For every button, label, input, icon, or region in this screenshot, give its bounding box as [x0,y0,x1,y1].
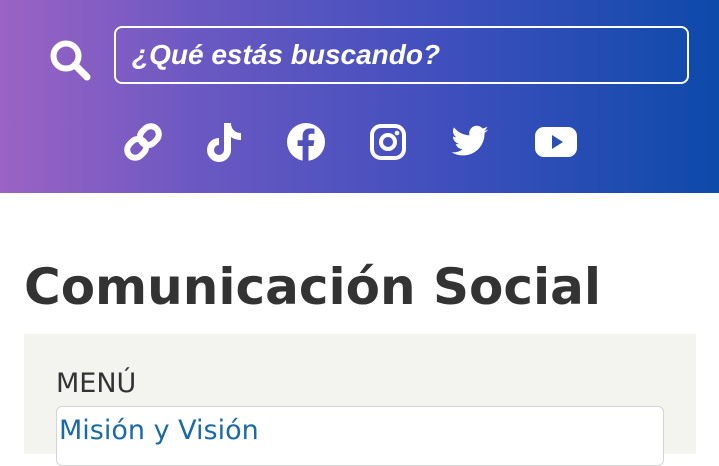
menu-heading: MENÚ [56,368,137,399]
side-menu: MENÚ Misión y Visión [24,334,696,466]
menu-item-mision-vision[interactable]: Misión y Visión [56,406,664,466]
link-button[interactable] [119,118,167,166]
youtube-icon [535,127,577,157]
link-icon [124,123,162,161]
facebook-icon [287,123,325,161]
facebook-button[interactable] [282,118,330,166]
tiktok-button[interactable] [200,118,248,166]
tiktok-icon [207,123,241,162]
twitter-button[interactable] [446,118,494,166]
search-icon [50,40,91,81]
search-input[interactable] [114,26,689,84]
site-header [0,0,719,193]
twitter-icon [451,125,489,156]
search-button[interactable] [46,36,94,84]
instagram-button[interactable] [364,118,412,166]
social-links [0,118,719,168]
page-title: Comunicación Social [24,258,602,316]
youtube-button[interactable] [532,118,580,166]
instagram-icon [370,124,406,160]
